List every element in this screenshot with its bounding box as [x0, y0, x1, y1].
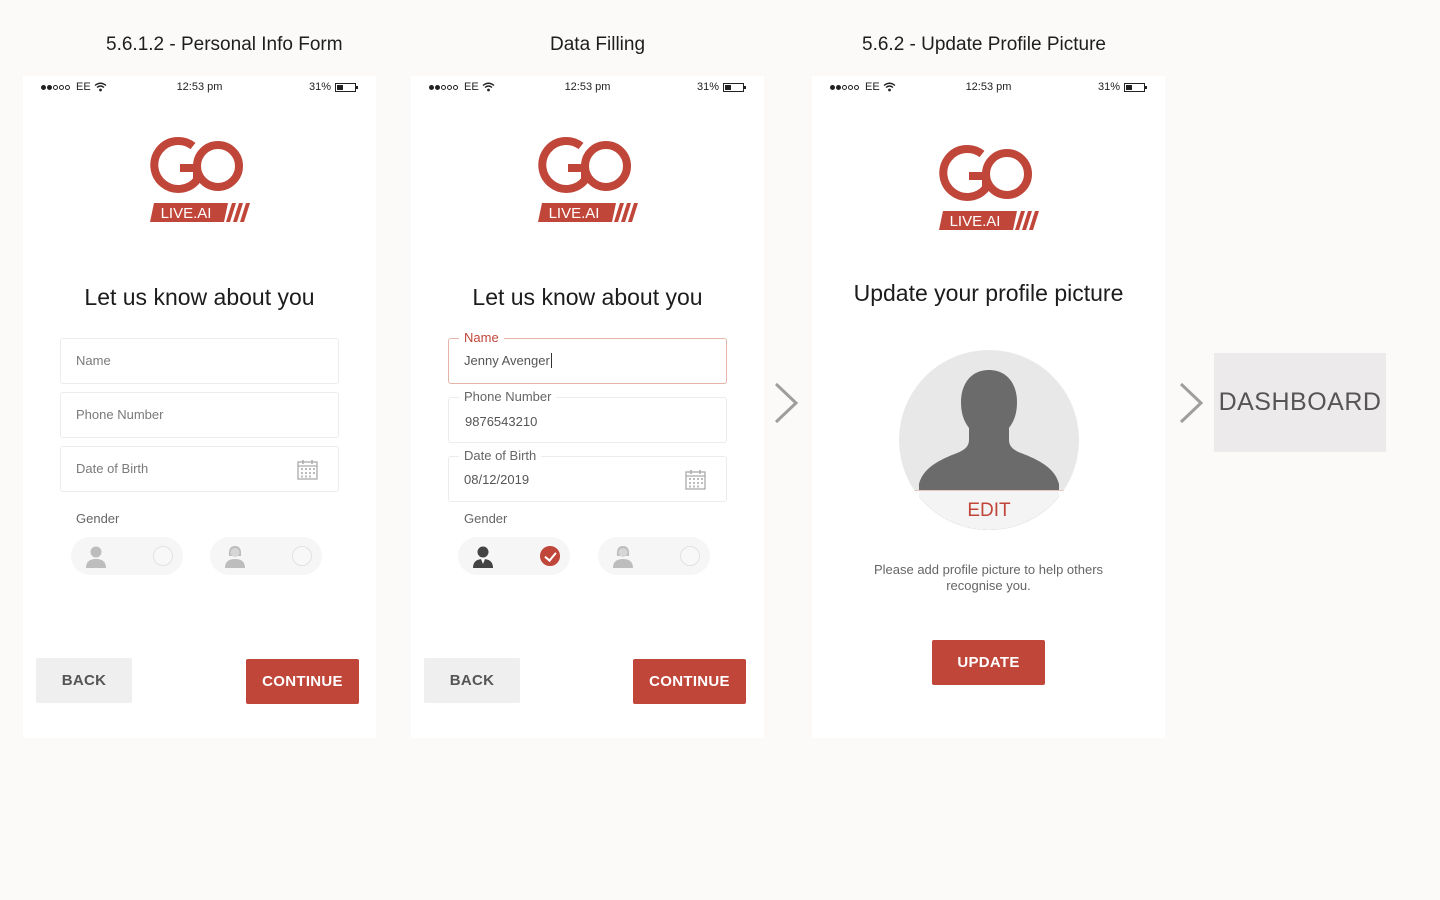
continue-button[interactable]: CONTINUE	[246, 659, 359, 704]
female-icon	[225, 546, 245, 568]
gender-label: Gender	[76, 511, 120, 526]
phone-update-picture: EE 12:53 pm 31% LIVE.AI Update your prof…	[812, 76, 1165, 738]
text-caret	[550, 353, 552, 368]
male-radio-checked[interactable]	[540, 546, 560, 566]
dob-value: 08/12/2019	[464, 472, 530, 487]
svg-text:LIVE.AI: LIVE.AI	[548, 205, 599, 222]
go-live-logo: LIVE.AI	[938, 144, 1039, 230]
female-radio[interactable]	[680, 546, 700, 566]
go-live-logo: LIVE.AI	[537, 136, 638, 222]
name-field[interactable]: Name	[60, 338, 339, 384]
screen-title-personal-info: 5.6.1.2 - Personal Info Form	[106, 34, 343, 55]
svg-text:LIVE.AI: LIVE.AI	[949, 213, 1000, 230]
form-heading: Let us know about you	[84, 284, 315, 310]
continue-button[interactable]: CONTINUE	[633, 659, 746, 704]
edit-photo-button[interactable]: EDIT	[899, 490, 1079, 530]
screen-title-update-picture: 5.6.2 - Update Profile Picture	[862, 34, 1106, 55]
phone-floating-label: Phone Number	[459, 389, 557, 404]
female-icon	[613, 546, 633, 568]
name-floating-label: Name	[459, 330, 504, 345]
name-field[interactable]: Name Jenny Avenger	[448, 330, 727, 384]
dashboard-placeholder[interactable]: DASHBOARD	[1214, 353, 1386, 452]
status-bar: EE 12:53 pm 31%	[812, 81, 1165, 95]
battery-icon	[1124, 82, 1147, 92]
status-bar: EE 12:53 pm 31%	[23, 81, 376, 95]
screen-title-data-filling: Data Filling	[550, 34, 646, 55]
male-radio[interactable]	[153, 546, 173, 566]
gender-label: Gender	[464, 511, 508, 526]
svg-text:LIVE.AI: LIVE.AI	[160, 205, 211, 222]
gender-option-female[interactable]	[598, 537, 710, 575]
flow-arrow-right-icon	[1179, 382, 1204, 424]
calendar-icon[interactable]	[685, 469, 706, 490]
phone-personal-info: EE 12:53 pm 31% LIVE.AI Let us know abou…	[23, 76, 376, 738]
phone-field[interactable]: Phone Number	[60, 392, 339, 438]
gender-option-male[interactable]	[71, 537, 183, 575]
male-icon	[86, 546, 106, 568]
name-placeholder: Name	[76, 353, 111, 368]
gender-option-female[interactable]	[210, 537, 322, 575]
dob-field[interactable]: Date of Birth	[60, 446, 339, 492]
flow-arrow-right-icon	[774, 382, 799, 424]
battery-icon	[723, 82, 746, 92]
dob-placeholder: Date of Birth	[76, 461, 149, 476]
battery-percent: 31%	[1097, 81, 1120, 93]
dob-field[interactable]: Date of Birth 08/12/2019	[448, 448, 727, 502]
form-heading: Let us know about you	[472, 284, 703, 310]
name-value: Jenny Avenger	[464, 353, 552, 368]
phone-field[interactable]: Phone Number 9876543210	[448, 389, 727, 443]
battery-icon	[335, 82, 358, 92]
go-live-logo: LIVE.AI	[149, 136, 250, 222]
calendar-icon[interactable]	[297, 459, 318, 480]
profile-help-text: Please add profile picture to help other…	[873, 562, 1104, 593]
phone-placeholder: Phone Number	[76, 407, 164, 422]
profile-heading: Update your profile picture	[853, 280, 1124, 306]
battery-percent: 31%	[308, 81, 331, 93]
gender-option-male[interactable]	[458, 537, 570, 575]
back-button[interactable]: BACK	[36, 658, 132, 703]
back-button[interactable]: BACK	[424, 658, 520, 703]
phone-value: 9876543210	[465, 414, 538, 429]
battery-percent: 31%	[696, 81, 719, 93]
profile-avatar[interactable]: EDIT	[899, 350, 1079, 530]
status-bar: EE 12:53 pm 31%	[411, 81, 764, 95]
dob-floating-label: Date of Birth	[459, 448, 542, 463]
phone-data-filling: EE 12:53 pm 31% LIVE.AI Let us know abou…	[411, 76, 764, 738]
female-radio[interactable]	[292, 546, 312, 566]
male-icon	[473, 546, 493, 568]
update-button[interactable]: UPDATE	[932, 640, 1045, 685]
